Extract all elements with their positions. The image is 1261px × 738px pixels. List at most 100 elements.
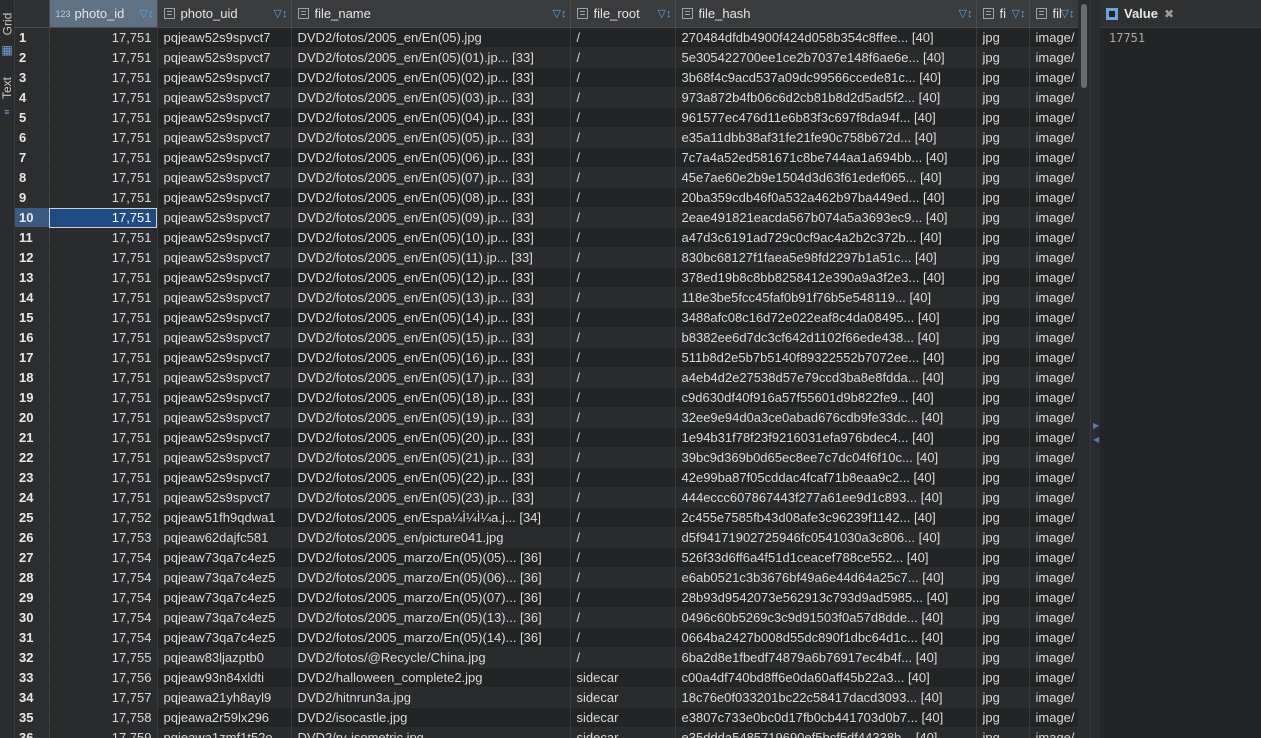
cell-file_name[interactable]: DVD2/fotos/2005_en/En(05)(11).jp... [33]: [291, 247, 571, 268]
cell-file_mime[interactable]: image/: [1029, 207, 1079, 228]
row-number[interactable]: 16: [15, 327, 50, 348]
row-number[interactable]: 8: [15, 167, 50, 188]
cell-file_type[interactable]: jpg: [976, 307, 1030, 328]
cell-file_hash[interactable]: 1e94b31f78f23f9216031efa976bdec4... [40]: [675, 427, 977, 448]
filter-sort-icon[interactable]: ▽↕: [553, 7, 567, 20]
row-number[interactable]: 20: [15, 407, 50, 428]
cell-photo_id[interactable]: 17,751: [49, 227, 158, 248]
cell-photo_id[interactable]: 17,751: [49, 147, 158, 168]
row-number[interactable]: 21: [15, 427, 50, 448]
cell-file_hash[interactable]: 39bc9d369b0d65ec8ee7c7dc04f6f10c... [40]: [675, 447, 977, 468]
cell-photo_id[interactable]: 17,754: [49, 547, 158, 568]
cell-file_type[interactable]: jpg: [976, 127, 1030, 148]
column-header-file_name[interactable]: file_name ▽↕: [291, 0, 571, 28]
cell-file_hash[interactable]: b8382ee6d7dc3cf642d1102f66ede438... [40]: [675, 327, 977, 348]
cell-photo_uid[interactable]: pqjeaw52s9spvct7: [157, 87, 292, 108]
cell-file_hash[interactable]: a4eb4d2e27538d57e79ccd3ba8e8fdda... [40]: [675, 367, 977, 388]
cell-file_hash[interactable]: 961577ec476d11e6b83f3c697f8da94f... [40]: [675, 107, 977, 128]
cell-file_mime[interactable]: image/: [1029, 27, 1079, 48]
cell-file_root[interactable]: /: [570, 367, 676, 388]
table-row[interactable]: 8 17,751 pqjeaw52s9spvct7 DVD2/fotos/2005_e…: [15, 167, 1079, 188]
cell-file_type[interactable]: jpg: [976, 527, 1030, 548]
cell-photo_uid[interactable]: pqjeaw73qa7c4ez5: [157, 547, 292, 568]
cell-file_mime[interactable]: image/: [1029, 347, 1079, 368]
cell-photo_id[interactable]: 17,752: [49, 507, 158, 528]
cell-file_hash[interactable]: 3488afc08c16d72e022eaf8c4da08495... [40]: [675, 307, 977, 328]
table-row[interactable]: 12 17,751 pqjeaw52s9spvct7 DVD2/fotos/2005_…: [15, 247, 1079, 268]
cell-file_root[interactable]: /: [570, 427, 676, 448]
cell-file_name[interactable]: DVD2/fotos/2005_en/En(05)(01).jp... [33]: [291, 47, 571, 68]
cell-file_root[interactable]: /: [570, 107, 676, 128]
cell-file_root[interactable]: /: [570, 167, 676, 188]
cell-photo_uid[interactable]: pqjeawa1zmf1t52o: [157, 727, 292, 738]
cell-photo_id[interactable]: 17,759: [49, 727, 158, 738]
filter-sort-icon[interactable]: ▽↕: [658, 7, 672, 20]
column-header-file_hash[interactable]: file_hash ▽↕: [675, 0, 977, 28]
cell-file_name[interactable]: DVD2/fotos/2005_en/picture041.jpg: [291, 527, 571, 548]
cell-photo_id[interactable]: 17,758: [49, 707, 158, 728]
cell-file_name[interactable]: DVD2/fotos/2005_en/En(05)(13).jp... [33]: [291, 287, 571, 308]
row-number[interactable]: 30: [15, 607, 50, 628]
table-row[interactable]: 16 17,751 pqjeaw52s9spvct7 DVD2/fotos/2005_…: [15, 327, 1079, 348]
cell-file_hash[interactable]: e3807c733e0bc0d17fb0cb441703d0b7... [40]: [675, 707, 977, 728]
cell-photo_uid[interactable]: pqjeaw52s9spvct7: [157, 167, 292, 188]
row-number[interactable]: 27: [15, 547, 50, 568]
text-view-tab[interactable]: Text: [0, 70, 14, 106]
cell-file_root[interactable]: /: [570, 347, 676, 368]
cell-photo_id[interactable]: 17,754: [49, 607, 158, 628]
cell-file_mime[interactable]: image/: [1029, 607, 1079, 628]
cell-file_name[interactable]: DVD2/fotos/2005_en/En(05)(10).jp... [33]: [291, 227, 571, 248]
cell-photo_id[interactable]: 17,751: [49, 107, 158, 128]
cell-file_root[interactable]: /: [570, 547, 676, 568]
cell-photo_id[interactable]: 17,754: [49, 587, 158, 608]
cell-file_root[interactable]: /: [570, 527, 676, 548]
cell-photo_id[interactable]: 17,751: [49, 447, 158, 468]
cell-file_name[interactable]: DVD2/fotos/2005_en/En(05)(20).jp... [33]: [291, 427, 571, 448]
cell-file_type[interactable]: jpg: [976, 687, 1030, 708]
table-row[interactable]: 23 17,751 pqjeaw52s9spvct7 DVD2/fotos/2005_…: [15, 467, 1079, 488]
row-number[interactable]: 28: [15, 567, 50, 588]
cell-file_type[interactable]: jpg: [976, 587, 1030, 608]
cell-file_root[interactable]: /: [570, 47, 676, 68]
table-row[interactable]: 26 17,753 pqjeaw62dajfc581 DVD2/fotos/2005_…: [15, 527, 1079, 548]
table-row[interactable]: 9 17,751 pqjeaw52s9spvct7 DVD2/fotos/2005_e…: [15, 187, 1079, 208]
cell-file_name[interactable]: DVD2/fotos/2005_en/En(05)(15).jp... [33]: [291, 327, 571, 348]
cell-file_mime[interactable]: image/: [1029, 487, 1079, 508]
cell-photo_id[interactable]: 17,751: [49, 167, 158, 188]
cell-file_type[interactable]: jpg: [976, 507, 1030, 528]
cell-photo_id[interactable]: 17,751: [49, 47, 158, 68]
cell-file_type[interactable]: jpg: [976, 27, 1030, 48]
cell-file_mime[interactable]: image/: [1029, 547, 1079, 568]
cell-photo_id[interactable]: 17,751: [49, 387, 158, 408]
cell-photo_id[interactable]: 17,751: [49, 207, 158, 228]
cell-file_type[interactable]: jpg: [976, 107, 1030, 128]
cell-photo_id[interactable]: 17,753: [49, 527, 158, 548]
row-number[interactable]: 26: [15, 527, 50, 548]
cell-file_mime[interactable]: image/: [1029, 227, 1079, 248]
row-number[interactable]: 23: [15, 467, 50, 488]
cell-file_mime[interactable]: image/: [1029, 187, 1079, 208]
cell-file_mime[interactable]: image/: [1029, 307, 1079, 328]
cell-file_mime[interactable]: image/: [1029, 427, 1079, 448]
cell-file_mime[interactable]: image/: [1029, 707, 1079, 728]
cell-file_root[interactable]: /: [570, 387, 676, 408]
cell-photo_uid[interactable]: pqjeawa2r59lx296: [157, 707, 292, 728]
row-number[interactable]: 34: [15, 687, 50, 708]
cell-file_mime[interactable]: image/: [1029, 147, 1079, 168]
cell-file_type[interactable]: jpg: [976, 487, 1030, 508]
cell-file_name[interactable]: DVD2/fotos/2005_marzo/En(05)(13)... [36]: [291, 607, 571, 628]
cell-photo_uid[interactable]: pqjeaw73qa7c4ez5: [157, 627, 292, 648]
row-number[interactable]: 6: [15, 127, 50, 148]
table-row[interactable]: 35 17,758 pqjeawa2r59lx296 DVD2/isocastle.j…: [15, 707, 1079, 728]
column-header-photo_id[interactable]: 123 photo_id ▽↕: [49, 0, 158, 28]
cell-file_type[interactable]: jpg: [976, 647, 1030, 668]
cell-file_mime[interactable]: image/: [1029, 647, 1079, 668]
cell-photo_uid[interactable]: pqjeaw52s9spvct7: [157, 67, 292, 88]
table-row[interactable]: 32 17,755 pqjeaw83ljazptb0 DVD2/fotos/@Recy…: [15, 647, 1079, 668]
cell-photo_uid[interactable]: pqjeaw52s9spvct7: [157, 207, 292, 228]
cell-photo_id[interactable]: 17,757: [49, 687, 158, 708]
cell-file_mime[interactable]: image/: [1029, 47, 1079, 68]
row-number[interactable]: 7: [15, 147, 50, 168]
cell-file_name[interactable]: DVD2/fotos/2005_en/En(05).jpg: [291, 27, 571, 48]
cell-photo_id[interactable]: 17,751: [49, 27, 158, 48]
